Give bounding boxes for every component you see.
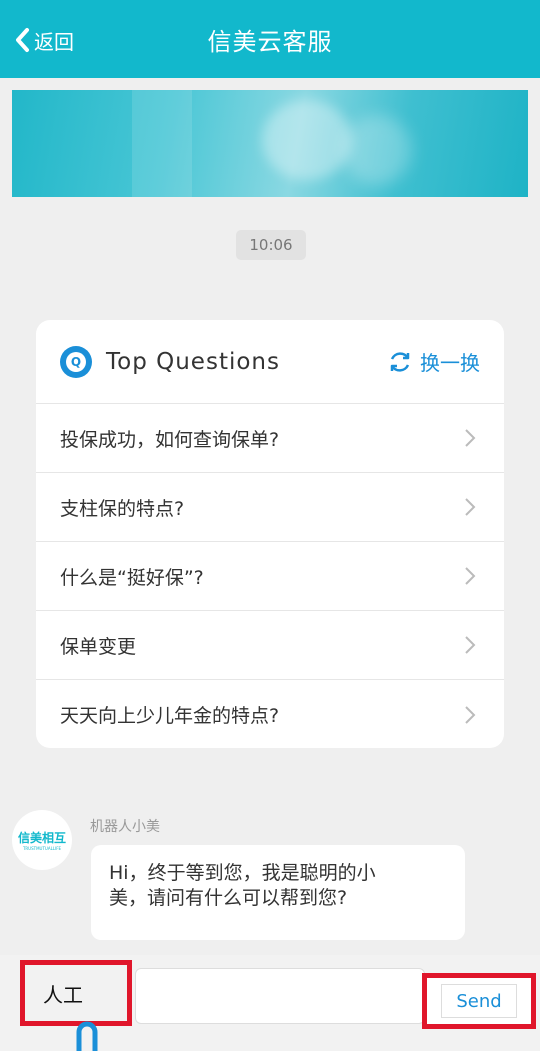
card-header: Q Top Questions 换一换	[36, 320, 504, 404]
send-label: Send	[441, 984, 517, 1018]
chevron-right-icon	[465, 636, 476, 654]
bot-name: 机器人小美	[90, 819, 160, 835]
page-title: 信美云客服	[207, 27, 333, 56]
question-label: 投保成功，如何查询保单?	[60, 428, 280, 451]
question-label: 保单变更	[60, 635, 137, 658]
question-icon: Q	[60, 345, 92, 378]
chevron-right-icon	[465, 429, 476, 447]
chevron-right-icon	[465, 498, 476, 516]
chevron-left-icon	[16, 28, 29, 52]
chevron-right-icon	[465, 567, 476, 585]
question-item[interactable]: 保单变更	[36, 611, 504, 680]
top-questions-card: Q Top Questions 换一换 投保成功，如何查询保单? 支柱保的特点?…	[36, 320, 504, 748]
mic-icon[interactable]	[72, 1004, 102, 1051]
logo-subtext: TRUSTMUTUALLIFE	[22, 846, 62, 851]
refresh-button[interactable]: 换一换	[388, 347, 480, 376]
chat-timestamp: 10:06	[236, 230, 306, 260]
question-item[interactable]: 天天向上少儿年金的特点?	[36, 680, 504, 748]
question-item[interactable]: 支柱保的特点?	[36, 473, 504, 542]
message-input[interactable]	[135, 968, 425, 1024]
refresh-icon	[390, 351, 410, 372]
question-item[interactable]: 投保成功，如何查询保单?	[36, 404, 504, 473]
card-title: Top Questions	[106, 348, 280, 375]
message-line: 美，请问有什么可以帮到您?	[109, 887, 348, 909]
logo-text: 信美相互	[17, 831, 66, 845]
refresh-label: 换一换	[420, 351, 480, 375]
back-label: 返回	[34, 29, 74, 54]
bot-avatar: 信美相互 TRUSTMUTUALLIFE	[12, 810, 72, 870]
bot-message-bubble: Hi，终于等到您，我是聪明的小 美，请问有什么可以帮到您?	[91, 845, 465, 940]
promo-banner[interactable]	[12, 90, 528, 197]
question-label: 支柱保的特点?	[60, 497, 185, 520]
app-header: 返回 信美云客服	[0, 0, 540, 78]
back-button[interactable]: 返回	[14, 24, 74, 56]
chevron-right-icon	[465, 705, 476, 724]
question-item[interactable]: 什么是“挺好保”?	[36, 542, 504, 611]
question-label: 天天向上少儿年金的特点?	[60, 705, 280, 727]
question-label: 什么是“挺好保”?	[60, 566, 204, 589]
send-button[interactable]: Send	[422, 973, 536, 1029]
